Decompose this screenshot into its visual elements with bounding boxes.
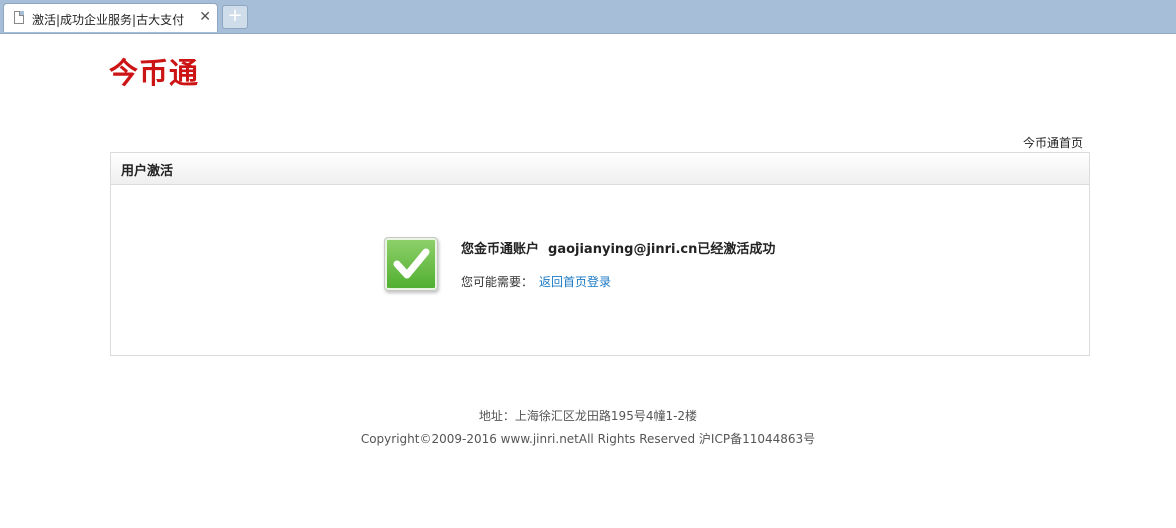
message-prefix: 您金币通账户 bbox=[461, 242, 540, 257]
home-link[interactable]: 今币通首页 bbox=[1023, 134, 1083, 151]
browser-tab-strip: 激活|成功企业服务|古大支付 ✕ + bbox=[0, 0, 1176, 34]
site-logo[interactable]: 今币通 bbox=[109, 50, 199, 92]
document-icon bbox=[14, 11, 24, 24]
footer-copyright: Copyright©2009-2016 www.jinri.netAll Rig… bbox=[360, 432, 816, 446]
hint-line: 您可能需要： 返回首页登录 bbox=[461, 273, 611, 290]
activation-panel: 用户激活 您金币通账户 gaojianying@jinri.cn已经激活成功 您可… bbox=[110, 152, 1090, 356]
message-suffix: 已经激活成功 bbox=[697, 242, 776, 257]
hint-label: 您可能需要： bbox=[461, 275, 534, 289]
success-message: 您金币通账户 gaojianying@jinri.cn已经激活成功 bbox=[461, 238, 775, 257]
panel-title: 用户激活 bbox=[121, 164, 174, 179]
account-email: gaojianying@jinri.cn bbox=[548, 242, 698, 257]
panel-header: 用户激活 bbox=[111, 153, 1089, 185]
tab-title: 激活|成功企业服务|古大支付 bbox=[32, 13, 185, 27]
return-login-link[interactable]: 返回首页登录 bbox=[539, 275, 611, 289]
footer-address: 地址：上海徐汇区龙田路195号4幢1-2楼 bbox=[478, 409, 698, 423]
new-tab-button[interactable]: + bbox=[222, 5, 248, 29]
close-icon[interactable]: ✕ bbox=[199, 9, 211, 25]
checkmark-icon bbox=[384, 237, 438, 291]
browser-tab[interactable]: 激活|成功企业服务|古大支付 ✕ bbox=[3, 3, 218, 32]
